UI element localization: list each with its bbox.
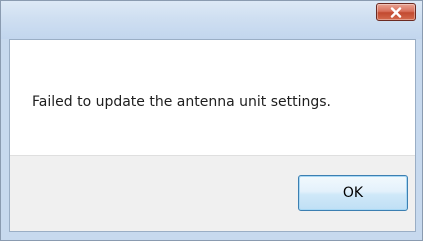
- button-bar: OK: [10, 155, 415, 231]
- close-icon: [390, 7, 402, 18]
- close-button[interactable]: [376, 3, 416, 21]
- dialog-window: Failed to update the antenna unit settin…: [0, 0, 423, 241]
- error-message: Failed to update the antenna unit settin…: [32, 94, 331, 110]
- dialog-body: Failed to update the antenna unit settin…: [9, 39, 416, 232]
- title-bar[interactable]: [1, 1, 422, 39]
- message-area: Failed to update the antenna unit settin…: [10, 40, 415, 155]
- ok-button[interactable]: OK: [298, 175, 408, 211]
